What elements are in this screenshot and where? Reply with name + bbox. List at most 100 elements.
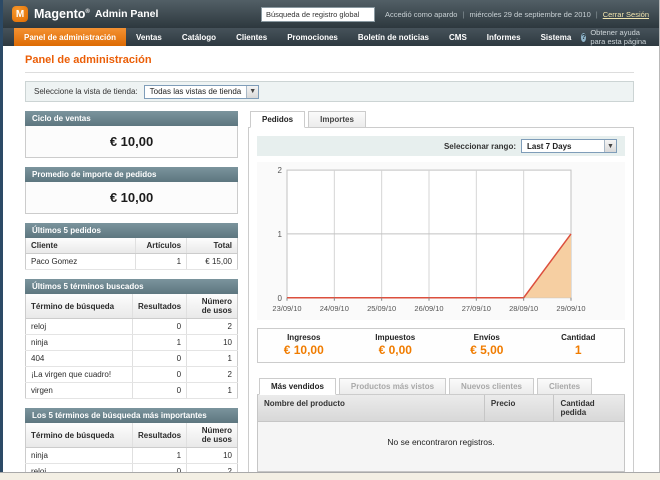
range-value: Last 7 Days (522, 142, 576, 151)
brand-suffix: Admin Panel (95, 8, 159, 20)
column-header: Término de búsqueda (26, 423, 133, 448)
total-item: Ingresos € 10,00 (258, 333, 350, 357)
table-row[interactable]: ¡La virgen que cuadro!02 (26, 367, 238, 383)
dashboard-tabs: PedidosImportes (248, 111, 634, 128)
table-row[interactable]: 40401 (26, 351, 238, 367)
store-view-select[interactable]: Todas las vistas de tienda ▼ (144, 85, 260, 99)
column-header: Número de usos (187, 294, 238, 319)
main-nav: Panel de administraciónVentasCatálogoCli… (0, 28, 659, 46)
chevron-down-icon: ▼ (604, 140, 616, 152)
separator: | (596, 10, 598, 19)
last-orders-title: Últimos 5 pedidos (25, 223, 238, 238)
nav-item[interactable]: CMS (439, 28, 477, 46)
page-title: Panel de administración (25, 54, 634, 66)
average-orders-title: Promedio de importe de pedidos (25, 167, 238, 182)
svg-text:23/09/10: 23/09/10 (272, 304, 301, 313)
column-header: Nombre del producto (258, 395, 485, 421)
last-orders-box: Últimos 5 pedidos Cliente Artículos Tota… (25, 223, 238, 270)
dashboard-chart: 0 1 2 23/09/10 24/09/10 25/09/10 26/09/10 27/09… (257, 162, 625, 320)
store-view-value: Todas las vistas de tienda (145, 87, 247, 96)
help-label: Obtener ayuda para esta página (590, 28, 651, 46)
svg-text:24/09/10: 24/09/10 (320, 304, 349, 313)
content-area: Panel de administración Seleccione la vi… (0, 46, 659, 480)
nav-item[interactable]: Catálogo (172, 28, 226, 46)
svg-text:1: 1 (278, 230, 283, 239)
range-select[interactable]: Last 7 Days ▼ (521, 139, 617, 153)
dashboard-panel: Seleccionar rango: Last 7 Days ▼ 0 1 2 23/0… (248, 128, 634, 480)
global-search-input[interactable] (261, 7, 375, 22)
chevron-down-icon: ▼ (246, 86, 258, 98)
range-bar: Seleccionar rango: Last 7 Days ▼ (257, 136, 625, 156)
column-header: Precio (485, 395, 555, 421)
average-orders-box: Promedio de importe de pedidos € 10,00 (25, 167, 238, 214)
grid-tab: Productos más vistos (339, 378, 446, 395)
lifetime-sales-title: Ciclo de ventas (25, 111, 238, 126)
top-search-terms-box: Los 5 términos de búsqueda más important… (25, 408, 238, 480)
total-item: Envíos € 5,00 (441, 333, 533, 357)
column-header: Cantidad pedida (554, 395, 624, 421)
nav-items: Panel de administraciónVentasCatálogoCli… (14, 28, 581, 46)
help-icon: ? (581, 33, 586, 42)
nav-item[interactable]: Panel de administración (14, 28, 126, 46)
svg-text:26/09/10: 26/09/10 (414, 304, 443, 313)
svg-text:25/09/10: 25/09/10 (367, 304, 396, 313)
column-header: Artículos (136, 238, 187, 254)
lifetime-sales-box: Ciclo de ventas € 10,00 (25, 111, 238, 158)
svg-text:27/09/10: 27/09/10 (462, 304, 491, 313)
grid-tab[interactable]: Más vendidos (259, 378, 336, 395)
nav-item[interactable]: Informes (477, 28, 531, 46)
svg-text:0: 0 (278, 294, 283, 303)
dashboard-tab[interactable]: Pedidos (250, 111, 305, 128)
lifetime-sales-value: € 10,00 (25, 126, 238, 158)
svg-text:2: 2 (278, 166, 283, 175)
last-search-terms-table: Término de búsqueda Resultados Número de… (25, 294, 238, 399)
nav-item[interactable]: Ventas (126, 28, 172, 46)
column-header: Cliente (26, 238, 136, 254)
session-info: Accedió como apardo | miércoles 29 de se… (385, 10, 649, 19)
separator: | (462, 10, 464, 19)
nav-item[interactable]: Promociones (277, 28, 348, 46)
column-header: Total (187, 238, 238, 254)
total-item: Cantidad 1 (533, 333, 625, 357)
totals-bar: Ingresos € 10,00 Impuestos € 0,00 Envíos… (257, 328, 625, 363)
window-bottom-chrome (0, 472, 660, 480)
nav-item[interactable]: Boletín de noticias (348, 28, 439, 46)
last-search-terms-title: Últimos 5 términos buscados (25, 279, 238, 294)
orders-area-chart: 0 1 2 23/09/10 24/09/10 25/09/10 26/09/10 27/09… (257, 162, 625, 320)
grid-tab: Nuevos clientes (449, 378, 534, 395)
sidebar-column: Ciclo de ventas € 10,00 Promedio de impo… (25, 111, 238, 480)
table-row[interactable]: reloj02 (26, 319, 238, 335)
magento-admin-window: M Magento® Admin Panel Accedió como apar… (0, 0, 660, 472)
nav-item[interactable]: Clientes (226, 28, 277, 46)
dashboard-column: PedidosImportes Seleccionar rango: Last … (248, 111, 634, 480)
average-orders-value: € 10,00 (25, 182, 238, 214)
store-view-label: Seleccione la vista de tienda: (34, 87, 138, 96)
table-row[interactable]: ninja110 (26, 448, 238, 464)
svg-text:29/09/10: 29/09/10 (556, 304, 585, 313)
top-bar: M Magento® Admin Panel Accedió como apar… (0, 0, 659, 28)
column-header: Resultados (133, 423, 187, 448)
logout-link[interactable]: Cerrar Sesión (603, 10, 649, 19)
table-row[interactable]: ninja110 (26, 335, 238, 351)
nav-item[interactable]: Sistema (531, 28, 582, 46)
dashboard-tab[interactable]: Importes (308, 111, 366, 128)
current-date: miércoles 29 de septiembre de 2010 (469, 10, 590, 19)
total-item: Impuestos € 0,00 (350, 333, 442, 357)
range-label: Seleccionar rango: (444, 142, 516, 151)
magento-logo-icon: M (12, 6, 28, 22)
products-grid-header: Nombre del producto Precio Cantidad pedi… (257, 395, 625, 422)
grid-tab: Clientes (537, 378, 592, 395)
last-orders-table: Cliente Artículos Total Paco Gomez1€ 15,… (25, 238, 238, 270)
table-row[interactable]: virgen01 (26, 383, 238, 399)
title-divider (25, 72, 634, 73)
grid-tabs: Más vendidosProductos más vistosNuevos c… (257, 378, 625, 395)
help-link[interactable]: ? Obtener ayuda para esta página (581, 28, 651, 46)
top-search-terms-title: Los 5 términos de búsqueda más important… (25, 408, 238, 423)
column-header: Resultados (133, 294, 187, 319)
column-header: Número de usos (187, 423, 238, 448)
brand-name: Magento® (34, 7, 90, 21)
svg-text:28/09/10: 28/09/10 (509, 304, 538, 313)
table-row[interactable]: Paco Gomez1€ 15,00 (26, 254, 238, 270)
column-header: Término de búsqueda (26, 294, 133, 319)
grid-empty-message: No se encontraron registros. (257, 422, 625, 472)
